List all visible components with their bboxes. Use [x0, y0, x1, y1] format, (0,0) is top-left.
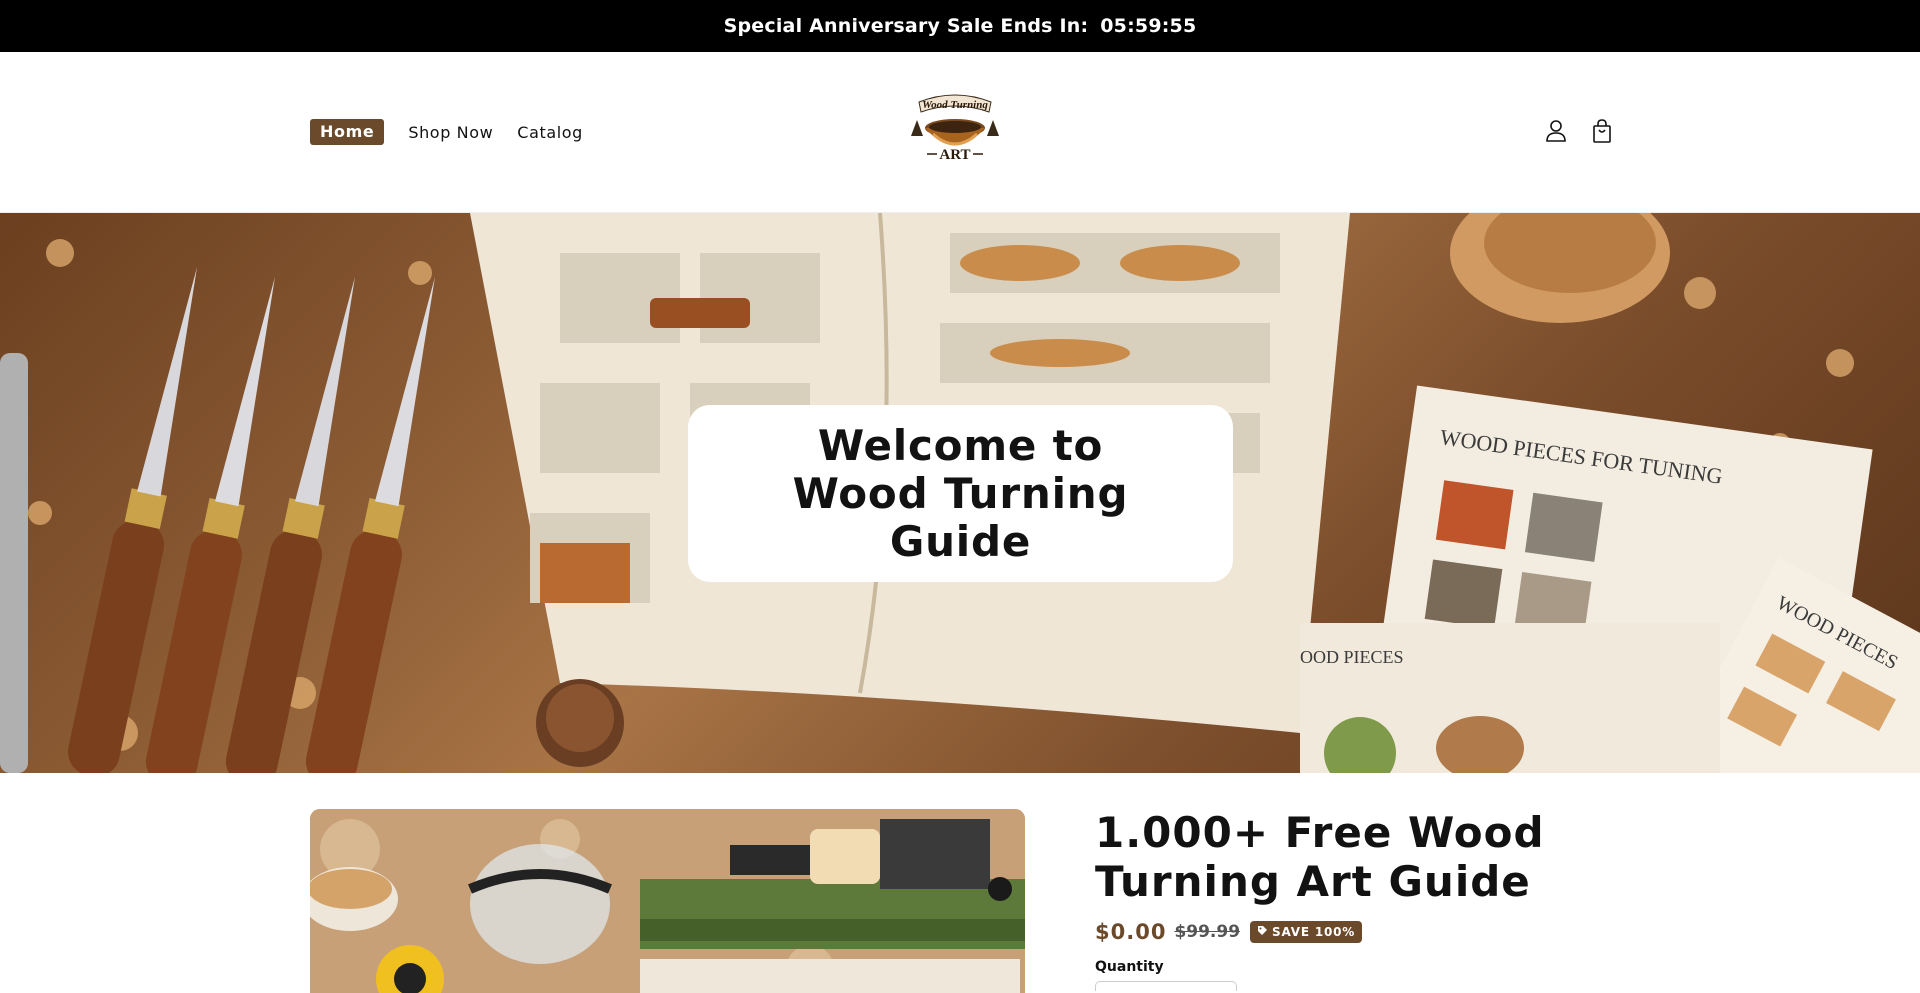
save-badge-label: SAVE 100%: [1272, 925, 1356, 939]
product-image[interactable]: [310, 809, 1025, 993]
header-icons: [1544, 118, 1614, 144]
nav-catalog[interactable]: Catalog: [517, 123, 583, 142]
site-header: Home Shop Now Catalog Wood Turning ART: [0, 52, 1920, 213]
account-icon[interactable]: [1544, 118, 1568, 144]
product-title: 1.000+ Free Wood Turning Art Guide: [1095, 808, 1545, 906]
logo-bottom-text: ART: [939, 147, 970, 163]
tag-icon: [1257, 925, 1268, 939]
hero-banner: WOOD PIECES FOR TUNING WOOD PIECES OOD P…: [0, 213, 1920, 773]
quantity-label: Quantity: [1095, 959, 1164, 975]
product-info: 1.000+ Free Wood Turning Art Guide $0.00…: [1095, 808, 1615, 991]
nav-home[interactable]: Home: [310, 119, 385, 145]
site-logo[interactable]: Wood Turning ART: [905, 84, 1005, 164]
announcement-text: Special Anniversary Sale Ends In:: [723, 15, 1089, 37]
save-badge: SAVE 100%: [1250, 921, 1363, 943]
nav-shop-now[interactable]: Shop Now: [408, 123, 493, 142]
main-nav: Home Shop Now Catalog: [310, 119, 607, 145]
announcement-bar: Special Anniversary Sale Ends In: 05:59:…: [0, 0, 1920, 52]
price-row: $0.00 $99.99 SAVE 100%: [1095, 920, 1615, 944]
hero-card: Welcome to Wood Turning Guide: [688, 405, 1233, 582]
hero-title: Welcome to Wood Turning Guide: [792, 420, 1129, 566]
logo-top-text: Wood Turning: [922, 99, 988, 111]
countdown-timer: 05:59:55: [1100, 15, 1197, 37]
quantity-stepper[interactable]: [1095, 981, 1237, 991]
hero-sheet-title-3: OOD PIECES: [1300, 647, 1404, 667]
cart-icon[interactable]: [1590, 118, 1614, 144]
compare-price: $99.99: [1174, 922, 1241, 942]
sale-price: $0.00: [1095, 920, 1167, 944]
